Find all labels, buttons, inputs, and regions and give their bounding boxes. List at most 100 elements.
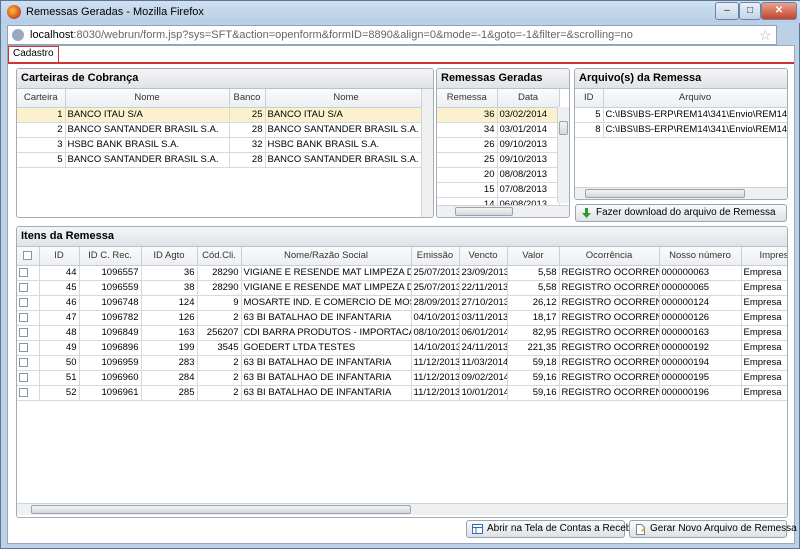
table-row[interactable]: 44 1096557 36 28290 VIGIANE E RESENDE MAT LI… bbox=[17, 265, 787, 281]
table-row[interactable]: 47 1096782 126 2 63 BI BATALHAO DE INFANTARI… bbox=[17, 310, 787, 326]
row-checkbox[interactable] bbox=[19, 312, 28, 322]
table-row[interactable]: 1 BANCO ITAU S/A 25 BANCO ITAU S/A bbox=[17, 107, 428, 123]
table-row[interactable]: 49 1096896 199 3545 GOEDERT LTDA TESTES 14/10… bbox=[17, 340, 787, 356]
row-checkbox[interactable] bbox=[19, 342, 28, 352]
table-row[interactable]: 36 03/02/2014 bbox=[437, 107, 560, 123]
table-row[interactable]: 46 1096748 124 9 MOSARTE IND. E COMERCIO DE … bbox=[17, 295, 787, 311]
id-c-rec-header[interactable]: ID C. Rec. bbox=[79, 247, 142, 266]
table-cell: 23/09/2013 bbox=[459, 265, 508, 281]
table-row[interactable]: 48 1096849 163 256207 CDI BARRA PRODUTOS - I… bbox=[17, 325, 787, 341]
table-cell: 09/10/2013 bbox=[497, 152, 560, 168]
minimize-button[interactable]: – bbox=[715, 2, 739, 20]
table-cell: 38 bbox=[141, 280, 198, 296]
row-checkbox[interactable] bbox=[19, 387, 28, 397]
table-cell: REGISTRO OCORRENCIA bbox=[559, 385, 660, 401]
table-row[interactable]: 3 HSBC BANK BRASIL S.A. 32 HSBC BANK BRASIL… bbox=[17, 137, 428, 153]
table-row[interactable]: 8C:\IBS\IBS-ERP\REM14\341\Envio\REM14052… bbox=[575, 122, 787, 138]
table-row[interactable]: 26 09/10/2013 bbox=[437, 137, 560, 153]
arquivo-header[interactable]: Arquivo bbox=[603, 89, 787, 108]
remessas-vscroll-thumb[interactable] bbox=[559, 121, 568, 135]
table-row[interactable]: 51 1096960 284 2 63 BI BATALHAO DE INFANTARI… bbox=[17, 370, 787, 386]
table-cell: C:\IBS\IBS-ERP\REM14\341\Envio\REM140407… bbox=[603, 107, 787, 123]
data-header[interactable]: Data bbox=[497, 89, 560, 108]
vencto-header[interactable]: Vencto bbox=[459, 247, 508, 266]
nome-razao-header[interactable]: Nome/Razão Social bbox=[241, 247, 412, 266]
table-cell: 000000194 bbox=[659, 355, 742, 371]
itens-hscroll-thumb[interactable] bbox=[31, 505, 411, 514]
row-checkbox[interactable] bbox=[19, 357, 28, 367]
row-checkbox[interactable] bbox=[19, 282, 28, 292]
download-remessa-button[interactable]: Fazer download do arquivo de Remessa bbox=[575, 204, 787, 222]
table-cell: 50 bbox=[39, 355, 80, 371]
arquivos-hscroll[interactable] bbox=[575, 187, 787, 199]
table-row[interactable]: 20 08/08/2013 bbox=[437, 167, 560, 183]
table-row[interactable]: 50 1096959 283 2 63 BI BATALHAO DE INFANTARI… bbox=[17, 355, 787, 371]
table-cell bbox=[17, 370, 40, 386]
table-row[interactable]: 2 BANCO SANTANDER BRASIL S.A. 28 BANCO SANT… bbox=[17, 122, 428, 138]
table-row[interactable]: 52 1096961 285 2 63 BI BATALHAO DE INFANTARI… bbox=[17, 385, 787, 401]
tab-cadastro[interactable]: Cadastro bbox=[8, 46, 59, 62]
table-cell: BANCO SANTANDER BRASIL S.A. bbox=[65, 122, 230, 138]
id-header[interactable]: ID bbox=[39, 247, 80, 266]
site-identity-icon[interactable] bbox=[12, 29, 24, 41]
table-row[interactable]: 25 09/10/2013 bbox=[437, 152, 560, 168]
table-cell: 04/10/2013 bbox=[411, 310, 460, 326]
row-checkbox[interactable] bbox=[19, 327, 28, 337]
table-cell: 000000192 bbox=[659, 340, 742, 356]
row-checkbox[interactable] bbox=[19, 297, 28, 307]
table-cell: 03/01/2014 bbox=[497, 122, 560, 138]
table-row[interactable]: 34 03/01/2014 bbox=[437, 122, 560, 138]
address-bar[interactable]: localhost:8030/webrun/form.jsp?sys=SFT&a… bbox=[7, 25, 777, 45]
gerar-remessa-button[interactable]: Gerar Novo Arquivo de Remessa bbox=[629, 520, 797, 538]
carteira-header[interactable]: Carteira bbox=[17, 89, 66, 108]
select-all-header[interactable] bbox=[17, 247, 40, 266]
row-checkbox[interactable] bbox=[19, 267, 28, 277]
table-row[interactable]: 5 BANCO SANTANDER BRASIL S.A. 28 BANCO SANT… bbox=[17, 152, 428, 168]
cod-cli-header[interactable]: Cód.Cli. bbox=[197, 247, 242, 266]
emissao-header[interactable]: Emissão bbox=[411, 247, 460, 266]
close-window-button[interactable]: ✕ bbox=[761, 2, 797, 20]
abrir-contas-receber-button[interactable]: Abrir na Tela de Contas a Receber bbox=[466, 520, 640, 538]
select-all-checkbox[interactable] bbox=[23, 251, 33, 261]
banco-header[interactable]: Banco bbox=[229, 89, 266, 108]
ocorrencia-header[interactable]: Ocorrência bbox=[559, 247, 660, 266]
remessas-vscroll[interactable] bbox=[557, 107, 569, 203]
maximize-button[interactable]: □ bbox=[739, 2, 761, 20]
nome-header[interactable]: Nome bbox=[65, 89, 230, 108]
remessas-hscroll-thumb[interactable] bbox=[455, 207, 513, 216]
table-cell: BANCO ITAU S/A bbox=[65, 107, 230, 123]
table-cell: 000000195 bbox=[659, 370, 742, 386]
table-cell: 000000196 bbox=[659, 385, 742, 401]
impres-header[interactable]: Impres bbox=[741, 247, 787, 266]
table-cell: 34 bbox=[437, 122, 498, 138]
nosso-numero-header[interactable]: Nosso número bbox=[659, 247, 742, 266]
id-header[interactable]: ID bbox=[575, 89, 604, 108]
id-agto-header[interactable]: ID Agto bbox=[141, 247, 198, 266]
arquivos-hscroll-thumb[interactable] bbox=[585, 189, 745, 198]
table-cell: 284 bbox=[141, 370, 198, 386]
table-cell: 1096557 bbox=[79, 265, 142, 281]
table-cell: 1096959 bbox=[79, 355, 142, 371]
carteiras-vscroll[interactable] bbox=[421, 89, 433, 217]
itens-hscroll[interactable] bbox=[17, 503, 787, 515]
table-cell: Empresa bbox=[741, 355, 787, 371]
bookmark-star-icon[interactable]: ☆ bbox=[759, 27, 772, 44]
table-row[interactable]: 45 1096559 38 28290 VIGIANE E RESENDE MAT LI… bbox=[17, 280, 787, 296]
table-cell: 5 bbox=[17, 152, 66, 168]
banco-nome-header[interactable]: Nome bbox=[265, 89, 428, 108]
page-content: Cadastro Carteiras de Cobrança Carteira N… bbox=[7, 45, 797, 544]
table-cell: BANCO SANTANDER BRASIL S.A. bbox=[265, 122, 428, 138]
itens-table: ID ID C. Rec. ID Agto Cód.Cli. Nome/Razão So… bbox=[17, 247, 787, 401]
table-cell: 63 BI BATALHAO DE INFANTARIA bbox=[241, 385, 412, 401]
valor-header[interactable]: Valor bbox=[507, 247, 560, 266]
row-checkbox[interactable] bbox=[19, 372, 28, 382]
table-cell: 46 bbox=[39, 295, 80, 311]
remessas-hscroll[interactable] bbox=[437, 205, 569, 217]
table-row[interactable]: 15 07/08/2013 bbox=[437, 182, 560, 198]
table-cell: 2 bbox=[197, 355, 242, 371]
table-cell: REGISTRO OCORRENCIA bbox=[559, 355, 660, 371]
remessa-header[interactable]: Remessa bbox=[437, 89, 498, 108]
table-cell: REGISTRO OCORRENCIA bbox=[559, 325, 660, 341]
table-cell: 28290 bbox=[197, 265, 242, 281]
table-row[interactable]: 5C:\IBS\IBS-ERP\REM14\341\Envio\REM14040… bbox=[575, 107, 787, 123]
